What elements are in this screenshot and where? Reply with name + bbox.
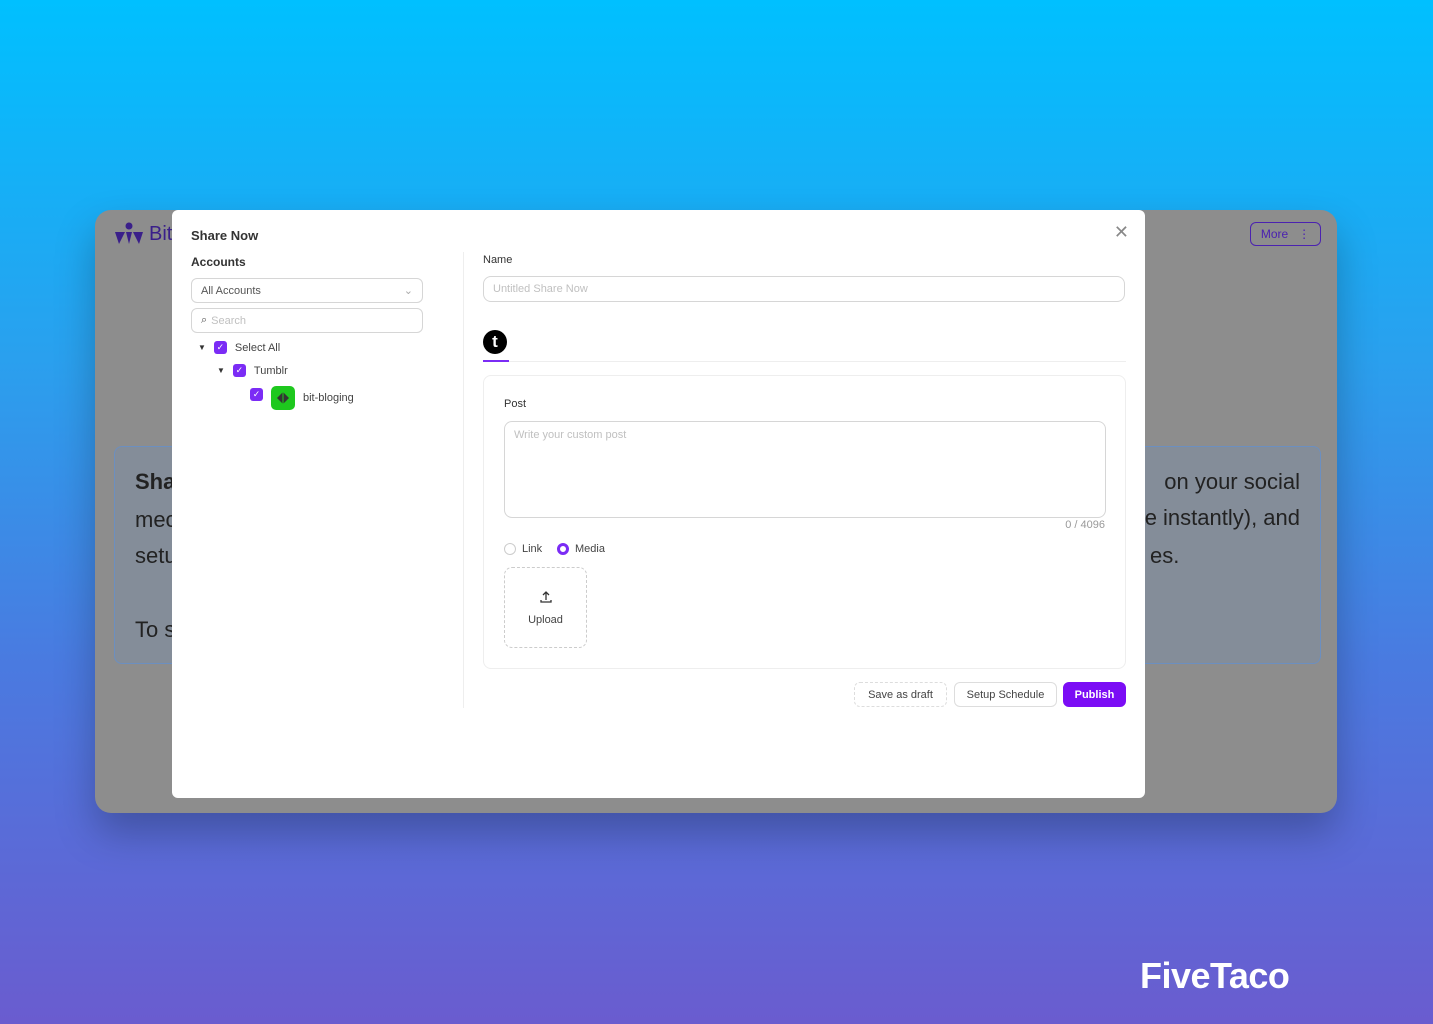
upload-icon xyxy=(539,590,552,603)
radio-media[interactable]: Media xyxy=(557,543,605,555)
tumblr-group-row[interactable]: ▼ ✓ Tumblr xyxy=(217,364,288,377)
search-placeholder: Search xyxy=(211,314,247,327)
tumblr-icon: t xyxy=(483,330,507,354)
select-all-row[interactable]: ▼ ✓ Select All xyxy=(198,341,280,354)
checkbox-checked[interactable]: ✓ xyxy=(213,341,227,354)
caret-down-icon[interactable]: ▼ xyxy=(198,343,206,352)
account-label: bit-bloging xyxy=(303,392,354,404)
checkbox-checked[interactable]: ✓ xyxy=(250,387,263,401)
radio-unselected-icon[interactable] xyxy=(504,543,516,555)
name-label: Name xyxy=(483,254,513,266)
char-count: 0 / 4096 xyxy=(1065,519,1105,531)
card-text: mec xyxy=(135,507,177,532)
group-label: Tumblr xyxy=(253,364,288,377)
tab-divider xyxy=(509,361,1126,362)
upload-button[interactable]: Upload xyxy=(504,567,587,648)
setup-schedule-button[interactable]: Setup Schedule xyxy=(954,682,1057,707)
info-card-right: on your social e instantly), and es. xyxy=(1121,446,1321,664)
card-text: es. xyxy=(1150,543,1180,568)
save-draft-button[interactable]: Save as draft xyxy=(854,682,947,707)
radio-link-label: Link xyxy=(522,543,543,555)
checkbox-checked[interactable]: ✓ xyxy=(232,364,246,377)
card-text: To s xyxy=(135,617,176,642)
search-icon: ⌕ xyxy=(201,314,208,326)
search-input[interactable]: ⌕ Search xyxy=(191,308,423,333)
card-text: Sha xyxy=(135,469,176,494)
tab-tumblr[interactable]: t xyxy=(483,330,509,362)
share-now-modal: Share Now ✕ Accounts All Accounts ⌄ ⌕ Sear… xyxy=(172,210,1145,798)
select-all-label: Select All xyxy=(234,341,281,354)
card-text: on your social xyxy=(1164,469,1300,494)
accounts-select[interactable]: All Accounts ⌄ xyxy=(191,278,423,303)
close-icon[interactable]: ✕ xyxy=(1114,222,1129,243)
more-button[interactable]: More ⋮ xyxy=(1250,222,1321,246)
account-avatar xyxy=(271,386,295,410)
publish-button[interactable]: Publish xyxy=(1063,682,1126,707)
name-input[interactable]: Untitled Share Now xyxy=(483,276,1125,302)
logo-icon xyxy=(115,222,143,244)
account-row[interactable]: ✓ bit-bloging xyxy=(250,386,354,410)
upload-label: Upload xyxy=(528,613,563,626)
app-logo: Bit xyxy=(113,222,172,246)
accounts-label: Accounts xyxy=(191,255,246,269)
post-panel: Post Write your custom post 0 / 4096 Lin… xyxy=(483,375,1126,669)
chevron-down-icon: ⌄ xyxy=(403,285,413,297)
logo-text: Bit xyxy=(149,222,173,245)
card-text: e instantly), and xyxy=(1144,505,1300,530)
card-text: setu xyxy=(135,543,177,568)
radio-link[interactable]: Link xyxy=(504,543,542,555)
post-placeholder: Write your custom post xyxy=(514,429,627,441)
brand-watermark: FiveTaco xyxy=(1140,955,1290,996)
post-textarea[interactable]: Write your custom post xyxy=(504,421,1106,518)
accounts-select-value: All Accounts xyxy=(201,284,261,297)
name-placeholder: Untitled Share Now xyxy=(493,283,588,295)
divider xyxy=(463,252,464,708)
modal-title: Share Now xyxy=(191,228,259,243)
kebab-icon: ⋮ xyxy=(1298,227,1311,241)
caret-down-icon[interactable]: ▼ xyxy=(217,366,225,375)
radio-media-label: Media xyxy=(575,543,605,555)
more-label: More xyxy=(1260,227,1289,241)
post-label: Post xyxy=(504,398,527,410)
radio-selected-icon[interactable] xyxy=(557,543,569,555)
